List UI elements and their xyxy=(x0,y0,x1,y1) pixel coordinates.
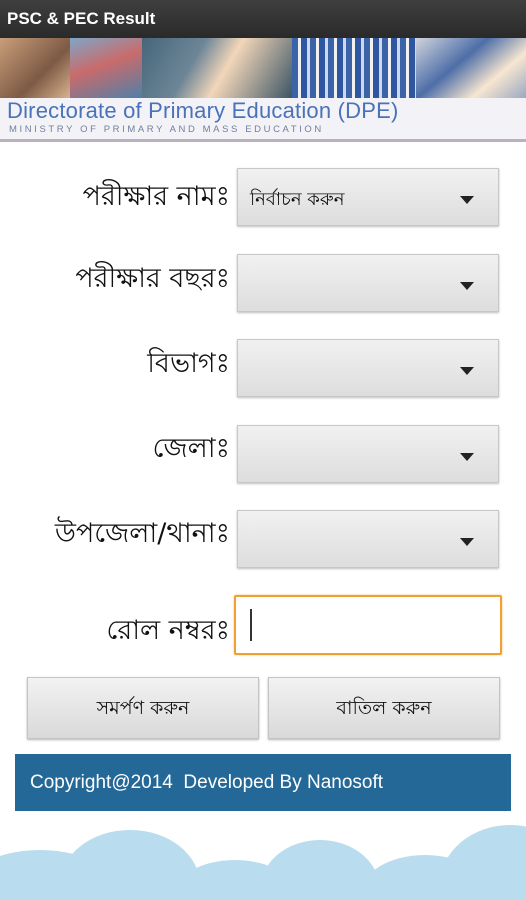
cloud-background xyxy=(0,820,526,900)
caret-down-icon xyxy=(460,196,474,204)
banner-photo xyxy=(292,38,416,98)
caret-down-icon xyxy=(460,453,474,461)
banner-subtitle: MINISTRY OF PRIMARY AND MASS EDUCATION xyxy=(9,124,324,135)
exam-name-label: পরীক্ষার নামঃ xyxy=(82,181,230,212)
banner-photo-strip xyxy=(0,38,526,98)
banner-photo xyxy=(70,38,142,98)
banner-title: Directorate of Primary Education (DPE) xyxy=(7,98,399,123)
upazila-dropdown[interactable] xyxy=(237,510,499,568)
caret-down-icon xyxy=(460,282,474,290)
exam-year-dropdown[interactable] xyxy=(237,254,499,312)
district-label: জেলাঃ xyxy=(152,433,230,464)
banner-photo xyxy=(142,38,292,98)
exam-name-value: নির্বাচন করুন xyxy=(250,189,345,210)
exam-year-label: পরীক্ষার বছরঃ xyxy=(75,263,230,294)
dpe-banner: Directorate of Primary Education (DPE) M… xyxy=(0,38,526,142)
text-cursor xyxy=(250,609,252,641)
roll-number-label: রোল নম্বরঃ xyxy=(106,615,230,646)
copyright-footer: Copyright@2014 Developed By Nanosoft xyxy=(15,754,511,811)
caret-down-icon xyxy=(460,367,474,375)
division-dropdown[interactable] xyxy=(237,339,499,397)
upazila-label: উপজেলা/থানাঃ xyxy=(54,518,230,549)
division-label: বিভাগঃ xyxy=(147,348,230,379)
banner-photo xyxy=(416,38,526,98)
exam-name-dropdown[interactable]: নির্বাচন করুন xyxy=(237,168,499,226)
submit-button[interactable]: সমর্পণ করুন xyxy=(27,677,259,739)
app-title: PSC & PEC Result xyxy=(7,9,156,28)
cancel-button[interactable]: বাতিল করুন xyxy=(268,677,500,739)
roll-number-input[interactable] xyxy=(234,595,502,655)
app-title-bar: PSC & PEC Result xyxy=(0,0,526,38)
banner-photo xyxy=(0,38,70,98)
caret-down-icon xyxy=(460,538,474,546)
district-dropdown[interactable] xyxy=(237,425,499,483)
